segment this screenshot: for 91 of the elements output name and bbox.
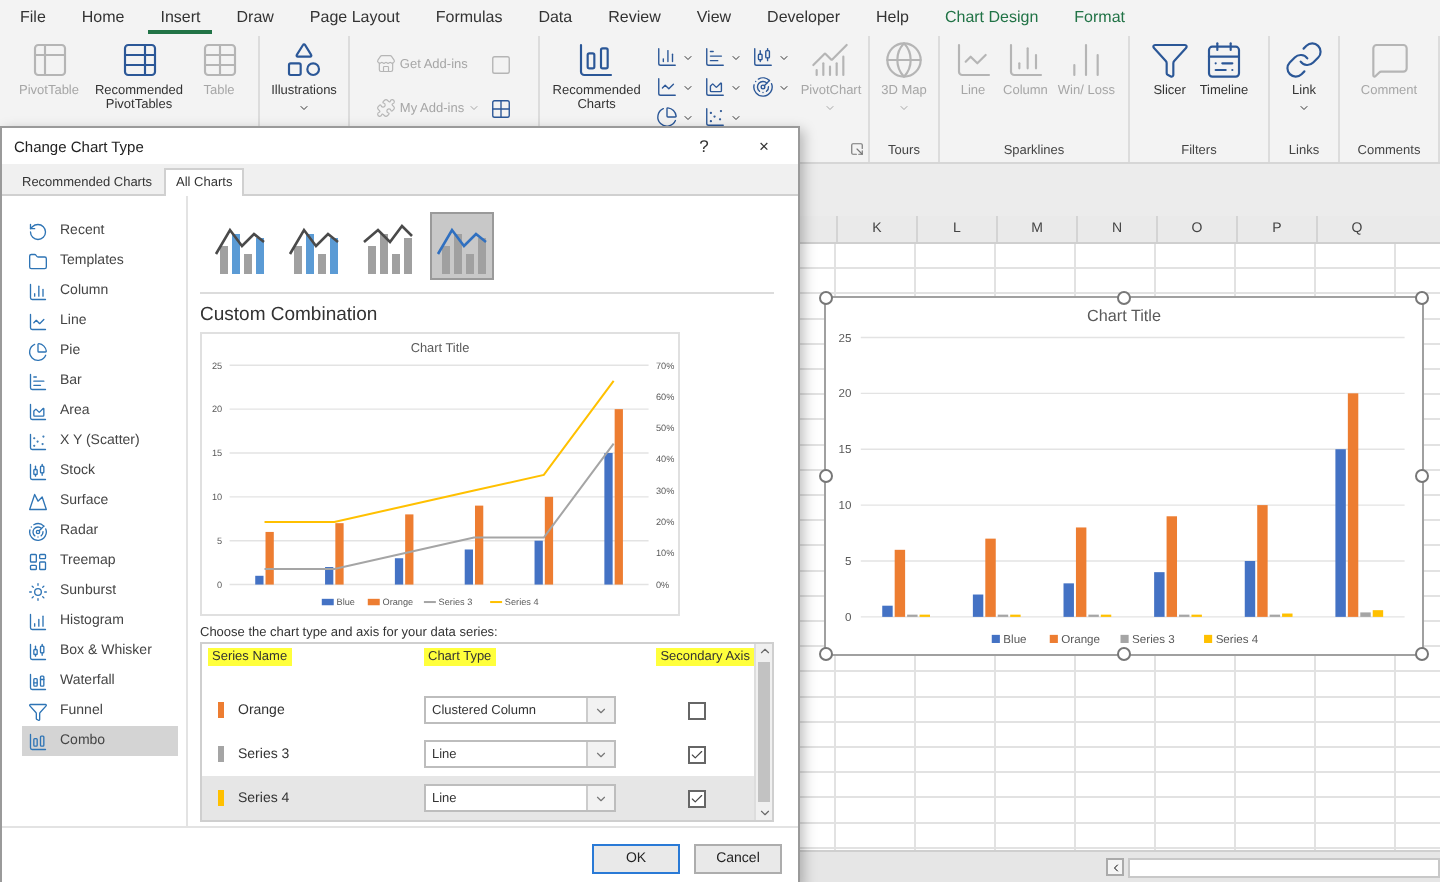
ribbon-tab[interactable]: Help: [864, 3, 921, 33]
ribbon-tab[interactable]: Draw: [224, 3, 286, 33]
ribbon-tab[interactable]: Data: [526, 3, 585, 33]
undo-icon: [28, 221, 48, 241]
table-icon: [119, 39, 159, 79]
ribbon-icon-button[interactable]: [654, 106, 697, 128]
resize-handle[interactable]: [819, 647, 833, 661]
table-icon: [29, 39, 69, 79]
checkbox[interactable]: [688, 745, 706, 763]
ribbon-icon-button[interactable]: [750, 76, 793, 98]
resize-handle[interactable]: [1415, 291, 1429, 305]
caret-icon: [594, 703, 608, 717]
pie-chart-icon: [28, 341, 48, 361]
chevron-down-icon[interactable]: [757, 806, 771, 820]
mountain-icon: [28, 491, 48, 511]
checkbox[interactable]: [688, 789, 706, 807]
bar-chart-icon: [704, 46, 727, 68]
line-chart-icon: [656, 76, 679, 98]
ribbon-tab[interactable]: Chart Design: [932, 3, 1051, 33]
ribbon-icon-button[interactable]: [750, 46, 793, 68]
grid-icon: [490, 97, 513, 119]
resize-handle[interactable]: [1415, 647, 1429, 661]
section-heading: Custom Combination: [200, 304, 380, 326]
ribbon-icon-button[interactable]: [654, 76, 697, 98]
resize-handle[interactable]: [819, 469, 833, 483]
ribbon-tab[interactable]: Home: [69, 3, 137, 33]
treemap-icon: [28, 551, 48, 571]
combo-chart-icon: [362, 218, 414, 274]
chart-title: Chart Title: [1087, 307, 1161, 326]
bar-chart-icon: [28, 371, 48, 391]
scatter-chart-icon: [28, 431, 48, 451]
check-icon: [690, 791, 704, 805]
calendar-icon: [1203, 39, 1244, 79]
combo-chart-icon: [28, 731, 48, 751]
candlestick-chart-icon: [28, 461, 48, 481]
ribbon-icon-button[interactable]: [654, 46, 697, 68]
line-chart-icon: [28, 311, 48, 331]
area-chart-icon: [28, 401, 48, 421]
comment-icon: [1369, 39, 1409, 79]
resize-handle[interactable]: [1117, 291, 1131, 305]
line-chart-icon: [953, 39, 994, 79]
column-chart-icon: [576, 39, 617, 79]
column-chart-icon: [1005, 39, 1046, 79]
column-chart-icon: [656, 46, 679, 68]
resize-handle[interactable]: [1415, 469, 1429, 483]
check-icon: [690, 747, 704, 761]
resize-handle[interactable]: [819, 291, 833, 305]
column-chart-icon: [28, 281, 48, 301]
dialog-launcher-icon[interactable]: [850, 142, 864, 156]
link-icon: [1284, 39, 1324, 79]
close-button[interactable]: ×: [742, 136, 786, 156]
ribbon-tab[interactable]: Formulas: [423, 3, 515, 33]
horizontal-scrollbar[interactable]: [1128, 857, 1440, 877]
ribbon-icon-button[interactable]: [702, 106, 745, 128]
ribbon-tab[interactable]: Review: [596, 3, 673, 33]
filter-icon: [1149, 39, 1190, 79]
folder-icon: [28, 251, 48, 271]
ribbon-tab[interactable]: Page Layout: [297, 3, 412, 33]
globe-icon: [883, 39, 924, 79]
candlestick-chart-icon: [28, 641, 48, 661]
caret-icon: [594, 747, 608, 761]
combo-chart-icon: [810, 39, 851, 79]
caret-icon: [594, 791, 608, 805]
ribbon-tab[interactable]: Format: [1062, 3, 1137, 33]
square-icon: [490, 53, 513, 75]
resize-handle[interactable]: [1117, 647, 1131, 661]
radar-chart-icon: [752, 76, 775, 98]
shapes-icon: [284, 39, 324, 79]
chevron-left-icon: [1109, 861, 1121, 873]
radar-chart-icon: [28, 521, 48, 541]
puzzle-icon: [375, 98, 396, 118]
store-icon: [375, 54, 396, 74]
help-button[interactable]: ?: [682, 136, 726, 156]
candlestick-chart-icon: [752, 46, 775, 68]
ribbon-icon-button[interactable]: [702, 46, 745, 68]
funnel-icon: [28, 701, 48, 721]
chevron-up-icon[interactable]: [757, 644, 771, 658]
ribbon-tab[interactable]: File: [8, 3, 58, 33]
area-chart-icon: [704, 76, 727, 98]
scroll-left-button[interactable]: [1106, 858, 1124, 876]
ribbon-icon-button[interactable]: [488, 97, 515, 119]
checkbox[interactable]: [688, 701, 706, 719]
stacked-column-icon: [28, 671, 48, 691]
vertical-scrollbar[interactable]: [754, 644, 772, 820]
ribbon-icon-button[interactable]: [702, 76, 745, 98]
histogram-icon: [28, 611, 48, 631]
ribbon-tab[interactable]: View: [684, 3, 744, 33]
pie-chart-icon: [656, 106, 679, 128]
ribbon-tab[interactable]: Developer: [755, 3, 853, 33]
table-icon: [199, 39, 239, 79]
scatter-chart-icon: [704, 106, 727, 128]
